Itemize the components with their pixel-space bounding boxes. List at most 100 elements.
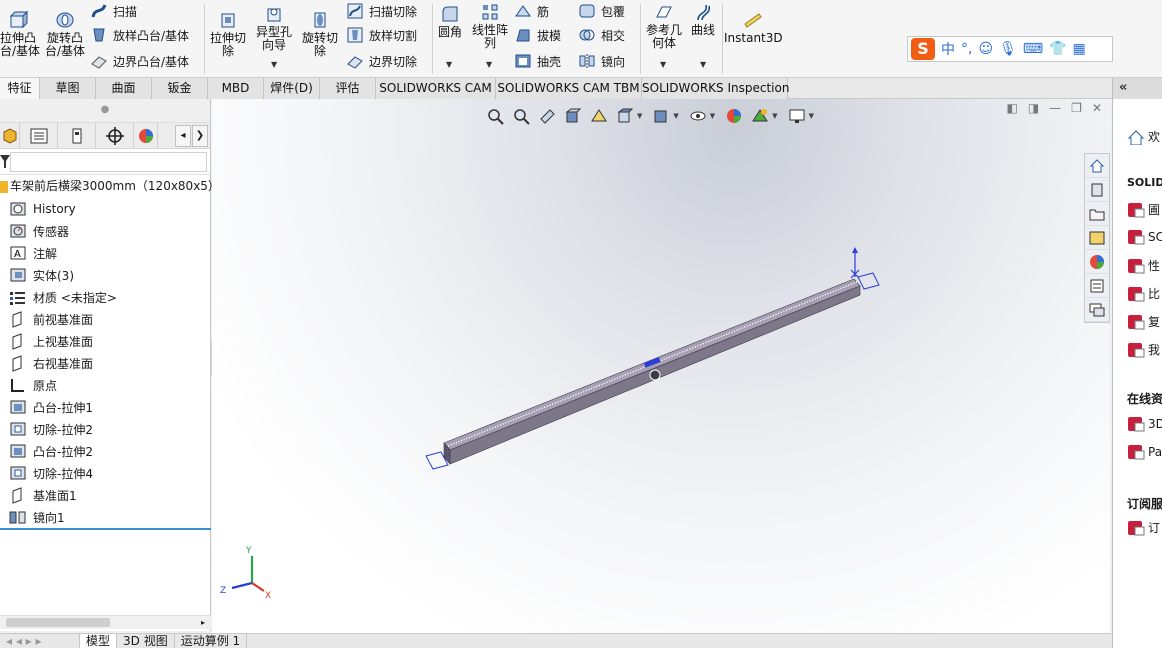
solidworks-resources-icon[interactable]: [1085, 154, 1109, 178]
wrap-button[interactable]: 包覆: [578, 0, 625, 22]
keyboard-icon[interactable]: ⌨: [1023, 41, 1043, 57]
file-explorer-icon[interactable]: [1085, 202, 1109, 226]
feature-manager-tab[interactable]: [0, 122, 20, 149]
lofted-cut-button[interactable]: 放样切割: [346, 24, 417, 46]
panel-grip[interactable]: ●: [0, 99, 210, 123]
tree-item[interactable]: 镜向1: [8, 507, 65, 527]
tree-item[interactable]: 实体(3): [8, 265, 74, 285]
tree-item[interactable]: 切除-拉伸4: [8, 463, 93, 483]
tree-item[interactable]: A 注解: [8, 243, 57, 263]
tab-navigation-arrows[interactable]: ◂ ◂ ▸ ▸: [0, 634, 80, 648]
dimxpert-manager-tab[interactable]: [96, 122, 134, 149]
beam-model[interactable]: [425, 247, 880, 470]
linear-pattern-dropdown-icon[interactable]: ▼: [486, 60, 492, 69]
hole-wizard-dropdown-icon[interactable]: ▼: [271, 60, 277, 69]
property-manager-tab[interactable]: [20, 122, 58, 149]
tab-2[interactable]: 曲面: [96, 78, 152, 99]
graphics-area[interactable]: ▼ ▼ ▼ ▼ ▼ ◧ ◨ — ❐ ✕ Y Z X: [212, 99, 1110, 633]
tree-item[interactable]: 材质 <未指定>: [8, 287, 117, 307]
tab-4[interactable]: MBD: [208, 78, 264, 99]
design-library-icon[interactable]: [1085, 178, 1109, 202]
rib-button[interactable]: 筋: [514, 0, 549, 22]
boundary-boss-button[interactable]: 边界凸台/基体: [90, 50, 189, 72]
resource-link[interactable]: 比: [1127, 285, 1162, 302]
emoji-icon[interactable]: ☺: [978, 41, 993, 57]
tree-item[interactable]: 右视基准面: [8, 353, 93, 373]
plane-icon: [8, 332, 28, 350]
configuration-manager-tab[interactable]: [58, 122, 96, 149]
tree-item[interactable]: 传感器: [8, 221, 69, 241]
display-manager-tab[interactable]: [134, 122, 158, 149]
tab-0[interactable]: 特征: [0, 78, 40, 99]
resource-link[interactable]: 性: [1127, 257, 1162, 274]
toolbox-icon[interactable]: ▦: [1073, 41, 1086, 57]
tab-5[interactable]: 焊件(D): [264, 78, 320, 99]
task-pane-collapse-button[interactable]: «: [1113, 78, 1162, 99]
draft-button[interactable]: 拔模: [514, 24, 561, 46]
subscription-link[interactable]: 订: [1127, 519, 1162, 536]
tab-7[interactable]: SOLIDWORKS CAM: [376, 78, 496, 99]
scrollbar-thumb[interactable]: [6, 618, 110, 627]
scroll-left-icon[interactable]: ◂: [175, 125, 191, 147]
intersect-button[interactable]: 相交: [578, 24, 625, 46]
tree-item[interactable]: 原点: [8, 375, 57, 395]
scroll-right-arrow-icon[interactable]: ▸: [201, 616, 205, 629]
tree-item[interactable]: 前视基准面: [8, 309, 93, 329]
custom-properties-icon[interactable]: [1085, 274, 1109, 298]
curves-dropdown-icon[interactable]: ▼: [700, 60, 706, 69]
mirror-button[interactable]: 镜向: [578, 50, 625, 72]
tab-1[interactable]: 草图: [40, 78, 96, 99]
ime-mode-toggle[interactable]: 中: [941, 39, 955, 59]
bottom-tab-1[interactable]: 3D 视图: [117, 634, 175, 648]
tab-3[interactable]: 钣金: [152, 78, 208, 99]
filter-icon[interactable]: [0, 155, 10, 169]
reference-geometry-dropdown-icon[interactable]: ▼: [660, 60, 666, 69]
skin-icon[interactable]: 👕: [1049, 41, 1066, 57]
online-link[interactable]: Pa: [1127, 444, 1162, 460]
linear-pattern-button[interactable]: 线性阵 列: [470, 2, 510, 50]
tree-item[interactable]: 上视基准面: [8, 331, 93, 351]
online-link[interactable]: 3D: [1127, 416, 1162, 432]
view-palette-icon[interactable]: [1085, 226, 1109, 250]
appearances-icon[interactable]: [1085, 250, 1109, 274]
punctuation-icon[interactable]: °,: [961, 41, 972, 57]
tree-item[interactable]: 凸台-拉伸2: [8, 441, 93, 461]
tree-item[interactable]: 基准面1: [8, 485, 77, 505]
shell-button[interactable]: 抽壳: [514, 50, 561, 72]
tab-8[interactable]: SOLIDWORKS CAM TBM: [496, 78, 642, 99]
hole-wizard-button[interactable]: 异型孔 向导: [254, 4, 294, 52]
bottom-tab-0[interactable]: 模型: [80, 634, 118, 648]
tree-item[interactable]: 切除-拉伸2: [8, 419, 93, 439]
microphone-icon[interactable]: 🎙: [999, 41, 1017, 57]
boundary-cut-button[interactable]: 边界切除: [346, 50, 417, 72]
revolve-boss-button[interactable]: 旋转凸 台/基体: [42, 10, 88, 58]
ime-toolbar[interactable]: S 中 °, ☺ 🎙 ⌨ 👕 ▦: [907, 36, 1113, 62]
part-root-node[interactable]: 车架前后横梁3000mm（120x80x5）: [0, 177, 220, 195]
resource-link[interactable]: SC: [1127, 229, 1162, 245]
tree-filter-input[interactable]: [10, 152, 207, 172]
curves-button[interactable]: 曲线: [688, 2, 718, 37]
rollback-bar[interactable]: [0, 528, 211, 530]
tab-6[interactable]: 评估: [320, 78, 376, 99]
swept-cut-button[interactable]: 扫描切除: [346, 0, 417, 22]
tree-horizontal-scrollbar[interactable]: ▸: [0, 615, 211, 629]
fillet-dropdown-icon[interactable]: ▼: [446, 60, 452, 69]
revolve-cut-button[interactable]: 旋转切 除: [300, 10, 340, 58]
resource-link[interactable]: 圃: [1127, 201, 1162, 218]
extrude-cut-button[interactable]: 拉伸切 除: [208, 10, 248, 58]
reference-geometry-button[interactable]: 参考几 何体: [644, 2, 684, 50]
sweep-button[interactable]: 扫描: [90, 0, 137, 22]
tree-item-label: 前视基准面: [33, 312, 94, 327]
resource-link[interactable]: 我: [1127, 341, 1162, 358]
instant3d-button[interactable]: Instant3D: [724, 10, 783, 45]
forum-icon[interactable]: [1085, 298, 1109, 322]
loft-boss-button[interactable]: 放样凸台/基体: [90, 24, 189, 46]
bottom-tab-2[interactable]: 运动算例 1: [175, 634, 248, 648]
scroll-right-icon[interactable]: ❯: [192, 125, 208, 147]
fillet-button[interactable]: 圆角: [436, 4, 464, 39]
tree-item[interactable]: History: [8, 199, 76, 219]
tree-item[interactable]: 凸台-拉伸1: [8, 397, 93, 417]
tab-9[interactable]: SOLIDWORKS Inspection: [642, 78, 789, 99]
resource-link[interactable]: 复: [1127, 313, 1162, 330]
extrude-boss-button[interactable]: 拉伸凸 台/基体: [0, 10, 40, 58]
